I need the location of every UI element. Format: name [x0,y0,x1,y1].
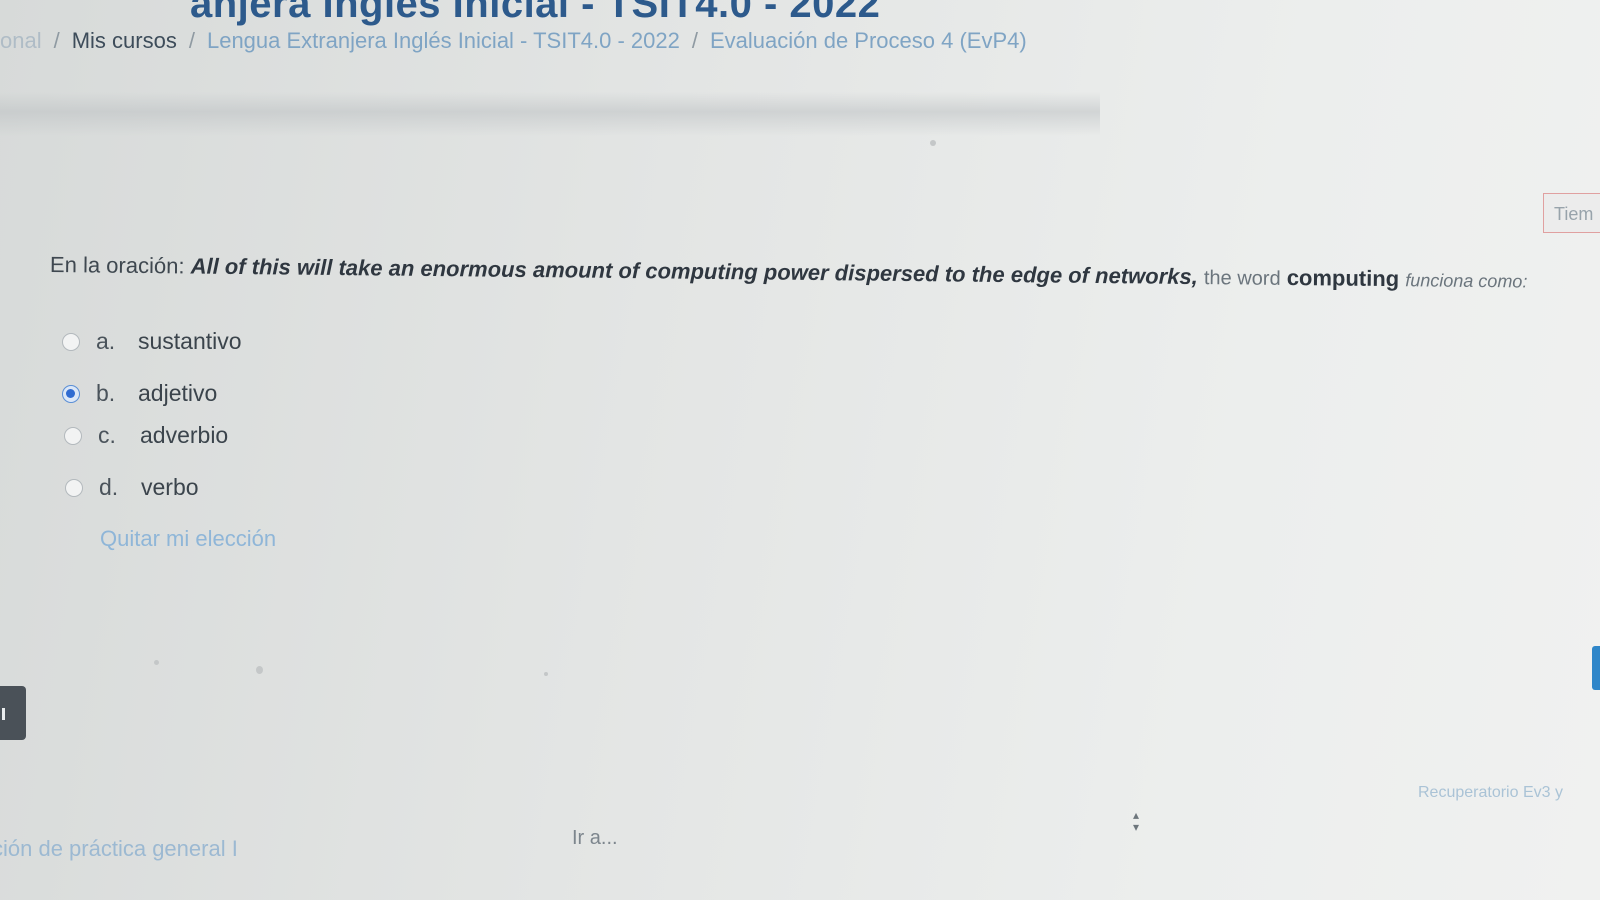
drawer-toggle-tab[interactable] [0,686,26,740]
breadcrumb-separator: / [188,28,195,53]
screen-speck [256,666,263,674]
option-letter: b. [96,380,116,406]
question-middle: the word [1203,267,1281,290]
quiz-timer: Tiem [1543,193,1600,233]
jump-to-label: Ir a... [572,827,618,849]
breadcrumb-separator: / [53,28,60,53]
question-prefix: En la oración: [49,252,185,279]
radio-button[interactable] [62,332,80,351]
option-text: sustantivo [138,328,242,354]
side-panel-tab[interactable] [1592,646,1600,690]
question-suffix: funciona como: [1405,270,1528,292]
breadcrumb-activity[interactable]: Evaluación de Proceso 4 (EvP4) [710,28,1027,54]
option-letter: a. [96,328,116,354]
question-word: computing [1286,264,1400,292]
answer-option-d[interactable]: d. verbo [65,474,199,501]
jump-to-select[interactable]: Ir a... ▴ ▾ [572,809,1147,854]
screen-speck [930,140,936,146]
radio-button[interactable] [65,478,83,497]
header-divider [0,92,1100,136]
previous-activity-link[interactable]: ción de práctica general I [0,836,238,862]
timer-label: Tiem [1554,204,1594,224]
breadcrumb-home[interactable]: onal [0,28,42,54]
option-letter: d. [99,474,119,500]
answer-option-b[interactable]: b. adjetivo [62,380,217,407]
answer-option-a[interactable]: a. sustantivo [62,328,242,355]
next-activity-link[interactable]: Recuperatorio Ev3 y [1418,784,1563,802]
select-arrows-icon: ▴ ▾ [1132,808,1139,834]
radio-button-selected[interactable] [62,384,80,403]
answer-option-c[interactable]: c. adverbio [64,422,228,449]
screen-speck [154,660,159,665]
option-text: adverbio [140,422,229,448]
breadcrumb-course[interactable]: Lengua Extranjera Inglés Inicial - TSIT4… [207,28,680,54]
breadcrumb-separator: / [691,28,698,53]
option-text: adjetivo [138,380,218,406]
question-text: En la oración: All of this will take an … [50,252,1595,294]
quiz-page: anjera Inglés Inicial - TSIT4.0 - 2022 o… [0,0,1600,900]
screen-speck [544,672,548,676]
radio-button[interactable] [64,426,82,445]
question-sentence: All of this will take an enormous amount… [190,253,1198,290]
option-text: verbo [141,474,199,500]
breadcrumb-my-courses[interactable]: Mis cursos [72,28,177,54]
clear-choice-link[interactable]: Quitar mi elección [100,526,276,552]
option-letter: c. [98,422,116,448]
breadcrumb: onal / Mis cursos / Lengua Extranjera In… [0,24,1027,58]
course-title: anjera Inglés Inicial - TSIT4.0 - 2022 [190,0,881,26]
